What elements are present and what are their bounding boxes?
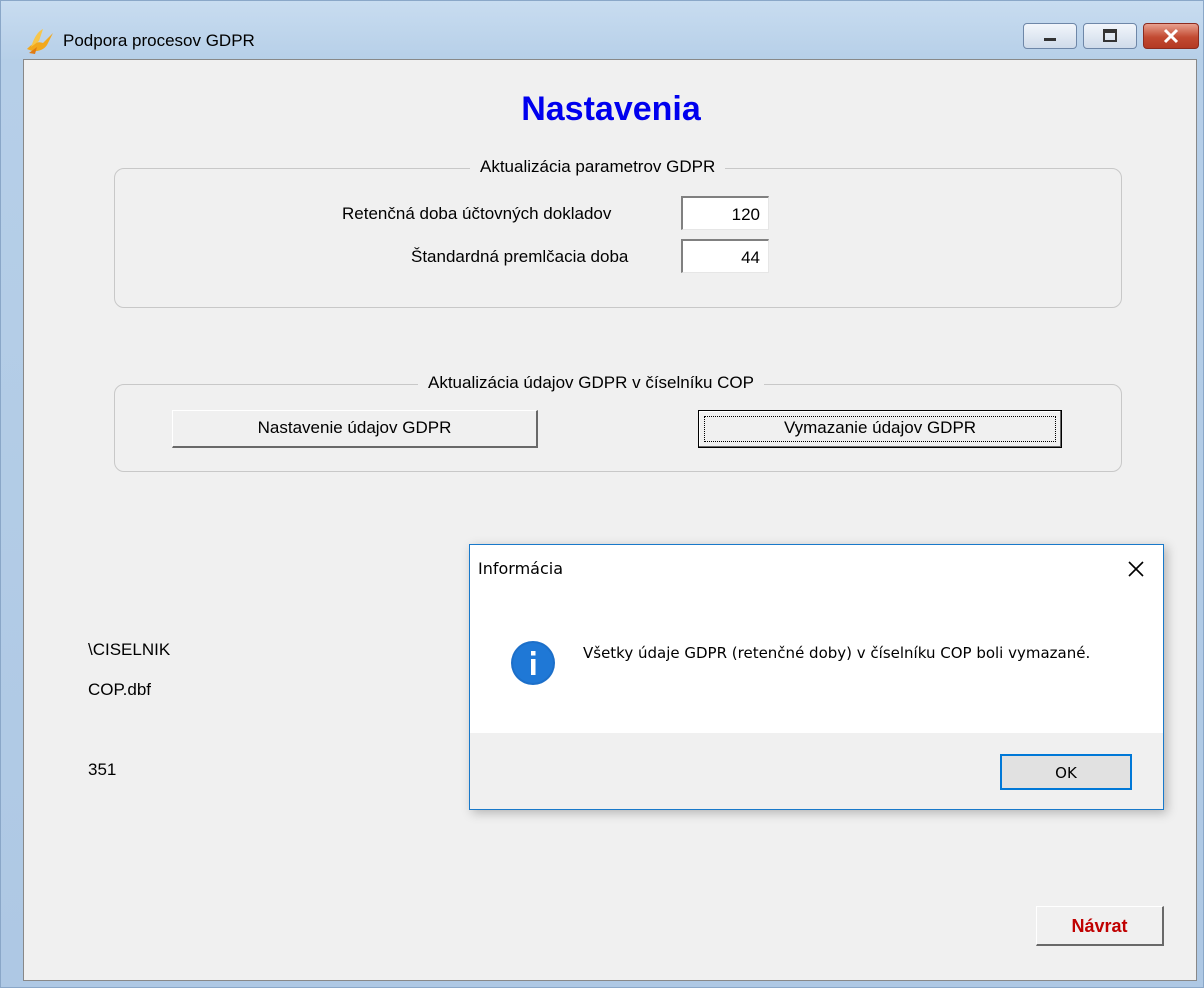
minimize-icon	[1044, 38, 1056, 41]
info-icon	[511, 641, 555, 685]
delete-gdpr-button-label: Vymazanie údajov GDPR	[783, 418, 977, 437]
maximize-icon	[1103, 29, 1117, 42]
path-text: \CISELNIK	[88, 640, 171, 659]
window-title: Podpora procesov GDPR	[63, 31, 255, 50]
count-text: 351	[88, 760, 117, 779]
close-icon	[1163, 28, 1179, 44]
dialog-close-icon[interactable]	[1122, 555, 1150, 583]
cop-group-legend: Aktualizácia údajov GDPR v číselníku COP	[418, 373, 764, 393]
prescription-label: Štandardná premlčacia doba	[411, 247, 629, 266]
params-group-legend: Aktualizácia parametrov GDPR	[470, 157, 726, 177]
maximize-button[interactable]	[1083, 23, 1137, 49]
minimize-button[interactable]	[1023, 23, 1077, 49]
retention-label: Retenčná doba účtovných dokladov	[342, 204, 612, 223]
dialog-footer: OK	[470, 733, 1163, 809]
set-gdpr-button-label: Nastavenie údajov GDPR	[257, 418, 452, 437]
set-gdpr-button[interactable]: Nastavenie údajov GDPR	[172, 410, 538, 448]
ok-button[interactable]: OK	[1000, 754, 1132, 790]
params-group: Aktualizácia parametrov GDPR	[114, 157, 1122, 308]
delete-gdpr-button[interactable]: Vymazanie údajov GDPR	[698, 410, 1062, 448]
dialog-title: Informácia	[478, 559, 564, 578]
prescription-input[interactable]: 44	[681, 239, 769, 273]
title-bar[interactable]: Podpora procesov GDPR	[1, 1, 1204, 59]
main-panel: Nastavenia Aktualizácia parametrov GDPR …	[23, 59, 1197, 981]
info-dialog: Informácia Všetky údaje GDPR (retenčné d…	[469, 544, 1164, 810]
file-text: COP.dbf	[88, 680, 152, 699]
app-window: Podpora procesov GDPR Nastavenia Aktuali…	[0, 0, 1204, 988]
return-button[interactable]: Návrat	[1036, 906, 1164, 946]
close-button[interactable]	[1143, 23, 1199, 49]
dialog-message: Všetky údaje GDPR (retenčné doby) v číse…	[583, 644, 1091, 662]
page-title: Nastavenia	[521, 90, 701, 128]
retention-input[interactable]: 120	[681, 196, 769, 230]
app-bird-icon	[27, 29, 53, 54]
